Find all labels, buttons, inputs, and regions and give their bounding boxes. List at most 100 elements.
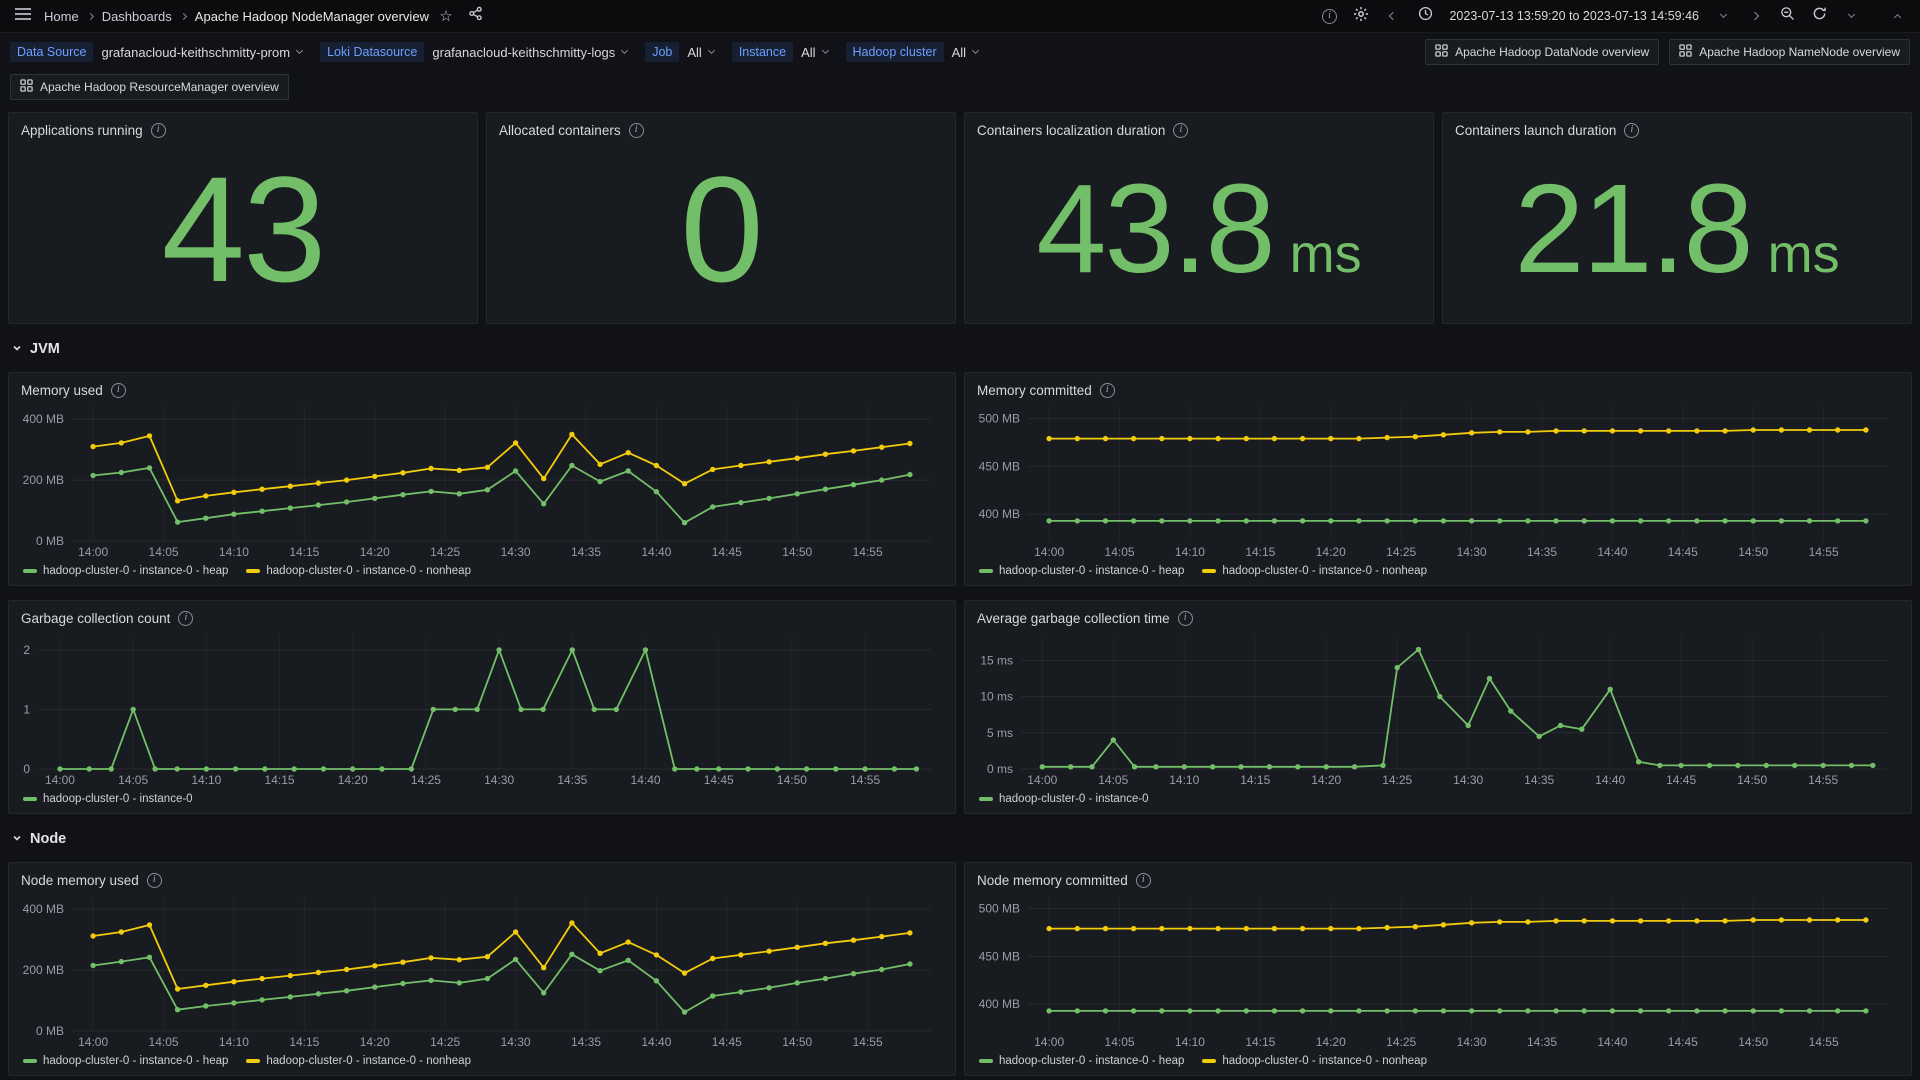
- clock-icon: [1418, 6, 1433, 26]
- controls-row-1: Data Source grafanacloud-keithschmitty-p…: [10, 39, 1910, 65]
- node-memory-used-chart[interactable]: 0 MB 200 MB 400 MB 14:00 14:05 14:10 14:15 14:2…: [19, 891, 945, 1051]
- series-name: hadoop-cluster-0 - instance-0: [43, 793, 193, 805]
- panel-title[interactable]: Applications running: [21, 123, 143, 138]
- info-icon[interactable]: i: [1173, 122, 1189, 138]
- legend-item[interactable]: hadoop-cluster-0 - instance-0 - heap: [979, 565, 1184, 577]
- legend: hadoop-cluster-0 - instance-0: [975, 789, 1901, 809]
- svg-text:14:55: 14:55: [850, 773, 880, 787]
- gc-count-chart[interactable]: 0 1 2 14:00 14:05 14:10 14:15 14:20 14:25 14:30 14…: [19, 629, 945, 789]
- svg-text:14:40: 14:40: [641, 545, 671, 559]
- memory-used-chart[interactable]: 0 MB 200 MB 400 MB 14:00 14:05 14:10 14:15 14:2…: [19, 401, 945, 561]
- time-picker-caret[interactable]: [1710, 3, 1736, 29]
- link-datanode-overview[interactable]: Apache Hadoop DataNode overview: [1425, 39, 1660, 65]
- info-icon[interactable]: i: [146, 872, 162, 888]
- svg-text:14:45: 14:45: [1666, 773, 1696, 787]
- breadcrumb-dashboards[interactable]: Dashboards: [102, 9, 172, 24]
- svg-text:14:35: 14:35: [1527, 545, 1557, 559]
- svg-text:14:30: 14:30: [484, 773, 514, 787]
- legend-item[interactable]: hadoop-cluster-0 - instance-0 - heap: [23, 565, 228, 577]
- panel-title[interactable]: Containers localization duration: [977, 123, 1165, 138]
- dashboard-insights-button[interactable]: i: [1316, 3, 1342, 29]
- panel-title[interactable]: Node memory committed: [977, 873, 1128, 888]
- panel-title[interactable]: Memory used: [21, 383, 103, 398]
- svg-text:14:45: 14:45: [712, 545, 742, 559]
- time-range-text[interactable]: 2023-07-13 13:59:20 to 2023-07-13 14:59:…: [1449, 9, 1699, 23]
- info-icon[interactable]: i: [178, 610, 194, 626]
- svg-text:14:05: 14:05: [149, 1035, 179, 1049]
- variable-hadoop-cluster: Hadoop cluster All: [845, 42, 980, 62]
- svg-text:14:40: 14:40: [1597, 545, 1627, 559]
- panel-title[interactable]: Average garbage collection time: [977, 611, 1170, 626]
- zoom-out-button[interactable]: [1774, 3, 1800, 29]
- svg-text:14:05: 14:05: [1105, 1035, 1135, 1049]
- time-shift-forward-button[interactable]: [1742, 3, 1768, 29]
- legend-item[interactable]: hadoop-cluster-0 - instance-0: [979, 793, 1149, 805]
- variable-value-dropdown[interactable]: grafanacloud-keithschmitty-prom: [101, 45, 304, 60]
- breadcrumb: Home Dashboards Apache Hadoop NodeManage…: [44, 9, 429, 24]
- variable-value-dropdown[interactable]: All: [801, 45, 829, 60]
- variable-value-dropdown[interactable]: All: [952, 45, 980, 60]
- svg-text:14:20: 14:20: [360, 1035, 390, 1049]
- panel-title[interactable]: Node memory used: [21, 873, 139, 888]
- stat-value: 43.8: [1036, 158, 1275, 299]
- panel-allocated-containers: Allocated containers i 0: [486, 112, 956, 324]
- time-shift-back-button[interactable]: [1380, 3, 1406, 29]
- breadcrumb-home[interactable]: Home: [44, 9, 79, 24]
- node-memory-committed-chart[interactable]: 400 MB 450 MB 500 MB 14:00 14:05 14:10 14:15 14…: [975, 891, 1901, 1051]
- panel-title[interactable]: Containers launch duration: [1455, 123, 1616, 138]
- svg-text:14:10: 14:10: [1169, 773, 1199, 787]
- dashboard-controls: Data Source grafanacloud-keithschmitty-p…: [0, 33, 1920, 100]
- link-resourcemanager-overview[interactable]: Apache Hadoop ResourceManager overview: [10, 74, 289, 100]
- panel-title[interactable]: Allocated containers: [499, 123, 621, 138]
- variable-value-dropdown[interactable]: grafanacloud-keithschmitty-logs: [432, 45, 629, 60]
- memory-committed-chart[interactable]: 400 MB 450 MB 500 MB 14:00 14:05 14:10 14:15 14…: [975, 401, 1901, 561]
- stat-value: 0: [680, 145, 763, 313]
- info-icon[interactable]: i: [150, 122, 166, 138]
- collapse-nav-button[interactable]: [1884, 3, 1910, 29]
- legend-item[interactable]: hadoop-cluster-0 - instance-0 - heap: [979, 1055, 1184, 1067]
- stat-unit: ms: [1767, 224, 1840, 284]
- svg-text:14:40: 14:40: [1595, 773, 1625, 787]
- svg-text:1: 1: [23, 702, 30, 716]
- info-icon[interactable]: i: [1624, 122, 1640, 138]
- svg-text:400 MB: 400 MB: [979, 507, 1020, 521]
- link-namenode-overview[interactable]: Apache Hadoop NameNode overview: [1669, 39, 1910, 65]
- apps-grid-icon: [1435, 44, 1448, 60]
- info-icon[interactable]: i: [1177, 610, 1193, 626]
- svg-text:14:55: 14:55: [853, 545, 883, 559]
- legend-item[interactable]: hadoop-cluster-0 - instance-0 - nonheap: [246, 1055, 471, 1067]
- section-jvm[interactable]: JVM: [12, 334, 1908, 364]
- panel-title[interactable]: Memory committed: [977, 383, 1092, 398]
- svg-text:14:20: 14:20: [1316, 545, 1346, 559]
- legend-item[interactable]: hadoop-cluster-0 - instance-0 - nonheap: [1202, 565, 1427, 577]
- info-icon[interactable]: i: [110, 382, 126, 398]
- share-button[interactable]: [463, 3, 489, 29]
- refresh-button[interactable]: [1806, 3, 1832, 29]
- stat-body: 43: [19, 141, 467, 317]
- chevron-right-icon: [86, 12, 94, 20]
- legend-item[interactable]: hadoop-cluster-0 - instance-0 - heap: [23, 1055, 228, 1067]
- dashboard-canvas: Applications running i 43 Allocated cont…: [0, 112, 1920, 1076]
- dashboard-settings-button[interactable]: [1348, 3, 1374, 29]
- panel-title[interactable]: Garbage collection count: [21, 611, 170, 626]
- panel-memory-committed: Memory committed i 400 MB 450 MB 500 MB 14:…: [964, 372, 1912, 586]
- section-node[interactable]: Node: [12, 824, 1908, 854]
- legend-item[interactable]: hadoop-cluster-0 - instance-0: [23, 793, 193, 805]
- gc-time-chart[interactable]: 0 ms 5 ms 10 ms 15 ms 14:00 14:05 14:10 14:15 14…: [975, 629, 1901, 789]
- series-color-swatch: [246, 1059, 261, 1063]
- time-picker-button[interactable]: [1412, 3, 1438, 29]
- legend-item[interactable]: hadoop-cluster-0 - instance-0 - nonheap: [246, 565, 471, 577]
- legend-item[interactable]: hadoop-cluster-0 - instance-0 - nonheap: [1202, 1055, 1427, 1067]
- info-icon[interactable]: i: [1135, 872, 1151, 888]
- link-label: Apache Hadoop ResourceManager overview: [40, 80, 279, 94]
- panel-node-memory-used: Node memory used i 0 MB 200 MB 400 MB 14:00…: [8, 862, 956, 1076]
- favorite-button[interactable]: ☆: [433, 3, 459, 29]
- info-icon[interactable]: i: [628, 122, 644, 138]
- variable-value-dropdown[interactable]: All: [687, 45, 715, 60]
- menu-button[interactable]: [10, 3, 36, 29]
- refresh-interval-caret[interactable]: [1838, 3, 1864, 29]
- chevron-right-icon: [1750, 11, 1760, 21]
- svg-text:14:10: 14:10: [1175, 1035, 1205, 1049]
- dashboard-links: Apache Hadoop DataNode overview Apache H…: [1425, 39, 1910, 65]
- info-icon[interactable]: i: [1099, 382, 1115, 398]
